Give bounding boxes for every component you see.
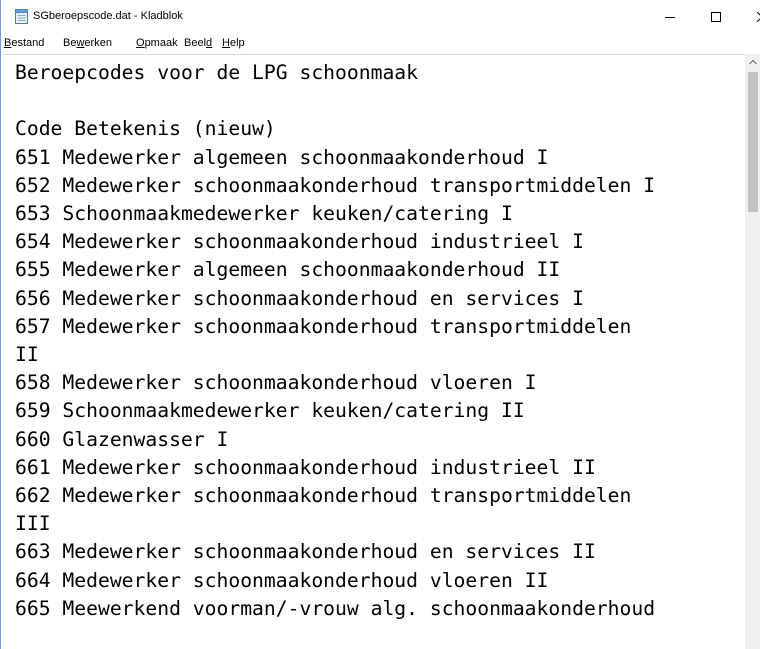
- text-editor[interactable]: Beroepcodes voor de LPG schoonmaak Code …: [3, 54, 745, 649]
- text-line[interactable]: [15, 87, 655, 115]
- text-line[interactable]: 654 Medewerker schoonmaakonderhoud indus…: [15, 228, 655, 256]
- menu-beeld[interactable]: Beeld: [184, 37, 212, 49]
- text-line[interactable]: 661 Medewerker schoonmaakonderhoud indus…: [15, 454, 655, 482]
- text-line[interactable]: 658 Medewerker schoonmaakonderhoud vloer…: [15, 369, 655, 397]
- text-line[interactable]: 662 Medewerker schoonmaakonderhoud trans…: [15, 482, 655, 510]
- title-bar[interactable]: SGberoepscode.dat - Kladblok: [1, 0, 760, 34]
- text-line[interactable]: 651 Medewerker algemeen schoonmaakonderh…: [15, 144, 655, 172]
- text-line[interactable]: II: [15, 341, 655, 369]
- text-line[interactable]: Beroepcodes voor de LPG schoonmaak: [15, 59, 655, 87]
- menu-help[interactable]: Help: [222, 37, 245, 49]
- text-line[interactable]: 652 Medewerker schoonmaakonderhoud trans…: [15, 172, 655, 200]
- text-line[interactable]: 656 Medewerker schoonmaakonderhoud en se…: [15, 285, 655, 313]
- text-line[interactable]: 663 Medewerker schoonmaakonderhoud en se…: [15, 538, 655, 566]
- vertical-scrollbar[interactable]: [745, 54, 760, 649]
- text-line[interactable]: 665 Meewerkend voorman/-vrouw alg. schoo…: [15, 595, 655, 623]
- scroll-up-button[interactable]: [745, 54, 760, 70]
- text-line[interactable]: 664 Medewerker schoonmaakonderhoud vloer…: [15, 567, 655, 595]
- text-line[interactable]: 657 Medewerker schoonmaakonderhoud trans…: [15, 313, 655, 341]
- chevron-up-icon: [749, 59, 757, 65]
- scrollbar-thumb[interactable]: [748, 72, 758, 212]
- maximize-icon: [711, 12, 721, 22]
- minimize-icon: [665, 17, 675, 18]
- text-line[interactable]: 655 Medewerker algemeen schoonmaakonderh…: [15, 256, 655, 284]
- text-line[interactable]: 653 Schoonmaakmedewerker keuken/catering…: [15, 200, 655, 228]
- menu-bestand[interactable]: Bestand: [4, 37, 44, 49]
- text-line[interactable]: 660 Glazenwasser I: [15, 426, 655, 454]
- close-button[interactable]: [739, 0, 760, 34]
- minimize-button[interactable]: [647, 0, 693, 34]
- notepad-icon: [15, 9, 28, 24]
- text-line[interactable]: 659 Schoonmaakmedewerker keuken/catering…: [15, 397, 655, 425]
- menu-bewerken[interactable]: Bewerken: [63, 37, 112, 49]
- menu-opmaak[interactable]: Opmaak: [136, 37, 178, 49]
- text-line[interactable]: Code Betekenis (nieuw): [15, 115, 655, 143]
- document-text[interactable]: Beroepcodes voor de LPG schoonmaak Code …: [15, 59, 655, 623]
- maximize-button[interactable]: [693, 0, 739, 34]
- text-line[interactable]: III: [15, 510, 655, 538]
- menu-bar: Bestand Bewerken Opmaak Beeld Help: [1, 34, 760, 53]
- notepad-window: SGberoepscode.dat - Kladblok Bestand Bew…: [0, 0, 760, 649]
- window-title: SGberoepscode.dat - Kladblok: [33, 10, 183, 22]
